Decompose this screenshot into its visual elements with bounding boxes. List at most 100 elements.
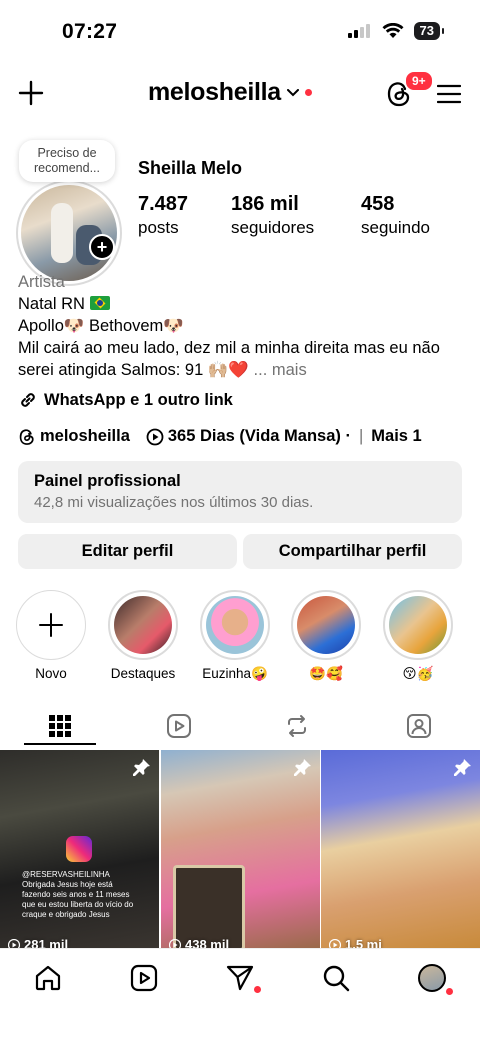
battery-indicator: 73 [413,22,445,40]
cellular-signal-icon [347,24,370,38]
profile-avatar-small [418,964,446,992]
threads-small-icon [19,428,34,445]
threads-handle[interactable]: melosheilla [40,427,130,446]
music-play-icon [146,428,164,445]
views-count: 1,5 mi [345,937,382,948]
grid-post[interactable]: @RESERVASHEILINHA Obrigada Jesus hoje es… [0,750,159,948]
avatar-image [21,185,117,281]
chevron-down-icon [286,88,299,96]
note-bubble[interactable]: Preciso de recomend... [19,140,115,182]
profile-avatar[interactable] [16,180,122,286]
profile-chips: melosheilla 365 Dias (Vida Mansa) · | Ma… [18,427,422,446]
stat-label: seguidores [231,218,315,237]
send-icon [226,965,254,991]
hamburger-menu-icon[interactable] [436,84,462,109]
grid-post[interactable]: 438 mil [161,750,320,948]
highlight-emoji-2[interactable]: 😚🥳 [382,590,454,682]
bottom-navigation [0,948,480,1042]
nav-profile[interactable] [417,963,453,995]
pro-panel-subtitle: 42,8 mi visualizações nos últimos 30 dia… [34,494,314,511]
add-story-icon[interactable]: + [89,234,115,260]
views-count: 281 mil [24,937,69,948]
highlight-label: Euzinha🤪 [202,666,268,681]
grid-post[interactable]: 1,5 mi [321,750,480,948]
post-caption: @RESERVASHEILINHA Obrigada Jesus hoje es… [22,870,134,919]
highlight-euzinha[interactable]: Euzinha🤪 [199,590,271,682]
play-icon [8,938,20,948]
active-tab-indicator [24,743,96,745]
status-icons: 73 [347,22,445,40]
professional-dashboard[interactable]: Painel profissional 42,8 mi visualizaçõe… [18,461,462,523]
inset-photo [173,865,245,948]
bio-quote: Mil cairá ao meu lado, dez mil a minha d… [18,339,440,379]
tagged-person-icon [407,714,431,738]
play-icon [329,938,341,948]
highlight-label: Novo [35,666,67,681]
views-count: 438 mil [185,937,230,948]
instagram-logo-icon [66,836,92,862]
reels-icon [167,714,191,738]
tab-reposts[interactable] [257,706,337,746]
stat-value: 7.487 [138,193,189,215]
post-views: 281 mil [8,937,68,948]
reels-icon [130,964,158,992]
stat-posts[interactable]: 7.487 posts [138,193,188,238]
stat-label: seguindo [361,218,431,237]
header-username: melosheilla [148,78,281,106]
divider: | [358,427,364,445]
profile-links[interactable]: WhatsApp e 1 outro link [18,390,233,410]
create-icon[interactable] [18,80,44,111]
bio-location: Natal RN [18,295,85,313]
grid-icon [49,715,71,737]
highlight-destaques[interactable]: Destaques [107,590,179,681]
nav-messages[interactable] [225,963,261,993]
highlight-label: 😚🥳 [402,666,434,681]
unread-dot [254,986,261,993]
link-icon [21,393,35,407]
nav-home[interactable] [33,963,63,993]
profile-bio: Natal RN Apollo🐶 Bethovem🐶 Mil cairá ao … [18,293,458,381]
unread-dot [446,988,453,995]
highlight-label: 🤩🥰 [309,666,343,681]
edit-profile-button[interactable]: Editar perfil [18,534,237,569]
profile-full-name: Sheilla Melo [138,158,243,178]
music-track[interactable]: 365 Dias (Vida Mansa) · [168,427,351,446]
stat-label: posts [138,218,179,237]
pin-icon [294,758,312,781]
profile-tabs [0,706,480,746]
pin-icon [454,758,472,781]
nav-search[interactable] [321,963,351,993]
notification-badge: 9+ [404,70,434,92]
brazil-flag-icon [89,296,110,310]
search-icon [323,965,350,992]
stat-followers[interactable]: 186 mil seguidores [231,193,314,238]
share-profile-button[interactable]: Compartilhar perfil [243,534,462,569]
play-icon [169,938,181,948]
bio-pets: Apollo🐶 Bethovem🐶 [18,317,184,335]
nav-reels[interactable] [129,963,159,993]
post-views: 1,5 mi [329,937,382,948]
account-switcher[interactable]: melosheilla [148,78,312,107]
stat-following[interactable]: 458 seguindo [361,193,430,238]
unread-dot [304,89,312,96]
plus-icon [16,590,86,660]
pro-panel-title: Painel profissional [34,472,181,490]
home-icon [35,965,61,991]
profile-category: Artista [18,273,65,291]
tab-reels[interactable] [139,706,219,746]
highlight-new[interactable]: Novo [15,590,87,681]
wifi-icon [382,23,404,38]
tab-tagged[interactable] [379,706,459,746]
highlight-label: Destaques [110,666,176,681]
bio-more-link[interactable]: ... mais [254,361,307,379]
links-label: WhatsApp e 1 outro link [44,390,233,409]
stat-value: 458 [361,193,395,215]
post-views: 438 mil [169,937,229,948]
status-time: 07:27 [62,20,118,43]
stat-value: 186 mil [231,193,299,215]
tab-grid[interactable] [20,706,100,746]
pin-icon [133,758,151,781]
highlight-emoji-1[interactable]: 🤩🥰 [290,590,362,682]
more-chips[interactable]: Mais 1 [371,427,421,446]
repost-icon [288,715,306,737]
